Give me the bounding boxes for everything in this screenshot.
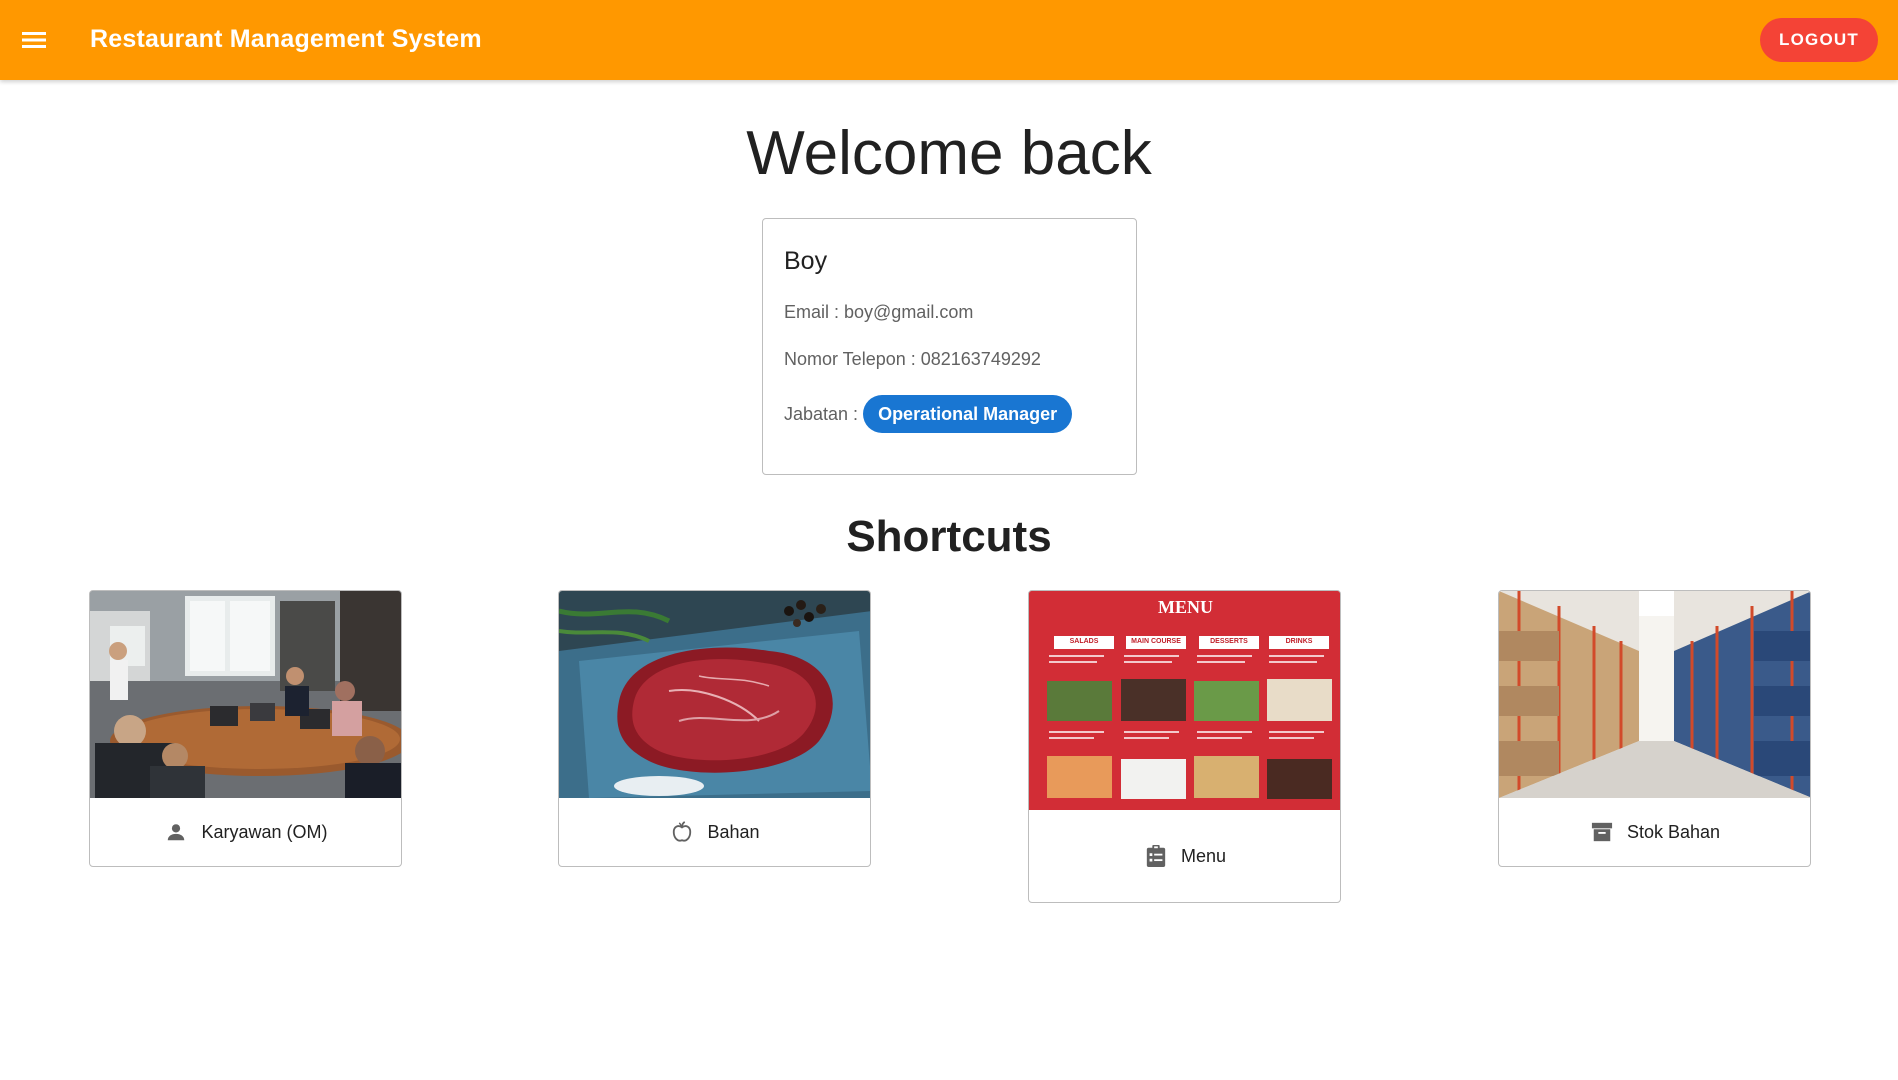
menu-board-column: SALADS	[1069, 638, 1099, 645]
shortcut-label: Menu	[1180, 845, 1227, 866]
profile-email: Email : boy@gmail.com	[784, 302, 974, 322]
shortcut-card-bahan[interactable]: Bahan	[558, 590, 871, 867]
app-title: Restaurant Management System	[90, 25, 482, 53]
shortcut-label-row: Bahan	[559, 798, 870, 866]
raw-steak-image	[559, 591, 870, 798]
archive-box-icon	[1589, 819, 1615, 845]
shortcut-label-row: Menu	[1029, 810, 1340, 902]
menu-board-column: DESSERTS	[1210, 638, 1248, 645]
shortcuts-heading: Shortcuts	[846, 512, 1052, 561]
menu-icon[interactable]	[16, 22, 52, 58]
shortcut-card-stok-bahan[interactable]: Stok Bahan	[1498, 590, 1811, 867]
apple-icon	[669, 819, 695, 845]
profile-card: Boy Email : boy@gmail.com Nomor Telepon …	[762, 218, 1137, 475]
role-chip: Operational Manager	[863, 395, 1073, 433]
person-icon	[163, 819, 189, 845]
profile-phone: Nomor Telepon : 082163749292	[784, 349, 1041, 369]
profile-name: Boy	[784, 247, 828, 275]
role-label: Jabatan :	[784, 403, 859, 424]
app-bar: Restaurant Management System LOGOUT	[0, 0, 1898, 80]
clipboard-list-icon	[1143, 843, 1169, 869]
menu-board-column: DRINKS	[1285, 638, 1313, 645]
warehouse-shelves-image	[1499, 591, 1810, 798]
shortcut-label-row: Stok Bahan	[1499, 798, 1810, 866]
profile-role-row: Jabatan : Operational Manager	[784, 395, 1073, 433]
shortcut-card-karyawan[interactable]: Karyawan (OM)	[89, 590, 402, 867]
shortcut-label: Stok Bahan	[1626, 821, 1721, 842]
shortcut-label: Bahan	[707, 821, 760, 842]
shortcut-label-row: Karyawan (OM)	[90, 798, 401, 866]
logout-button[interactable]: LOGOUT	[1760, 18, 1878, 62]
menu-board-column: MAIN COURSE	[1131, 638, 1181, 645]
shortcut-label: Karyawan (OM)	[201, 821, 328, 842]
office-meeting-image	[90, 591, 401, 798]
menu-board-title: MENU	[1158, 597, 1213, 617]
welcome-heading: Welcome back	[746, 119, 1152, 188]
shortcut-card-menu[interactable]: MENU SALADS MAIN COURSE DESSERTS DRINKS …	[1028, 590, 1341, 903]
restaurant-menu-image: MENU SALADS MAIN COURSE DESSERTS DRINKS	[1029, 591, 1340, 810]
